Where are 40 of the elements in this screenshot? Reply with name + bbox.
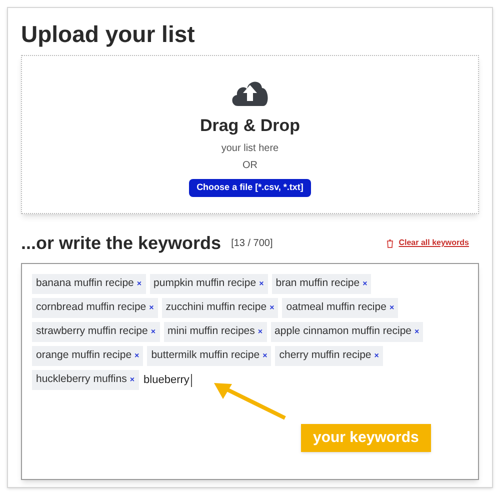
remove-tag-button[interactable]: ×: [130, 374, 135, 386]
remove-tag-button[interactable]: ×: [414, 326, 420, 338]
keyword-label: bran muffin recipe: [276, 276, 360, 292]
keyword-input[interactable]: blueberry: [142, 374, 192, 386]
keyword-label: pumpkin muffin recipe: [154, 276, 256, 292]
keyword-label: buttermilk muffin recipe: [151, 348, 260, 364]
page-title: Upload your list: [21, 20, 196, 48]
remove-tag-button[interactable]: ×: [258, 326, 263, 338]
trash-icon: [386, 238, 394, 248]
remove-tag-button[interactable]: ×: [270, 302, 274, 314]
keyword-label: cherry muffin recipe: [279, 348, 372, 364]
remove-tag-button[interactable]: ×: [374, 350, 379, 362]
remove-tag-button[interactable]: ×: [149, 302, 154, 314]
remove-tag-button[interactable]: ×: [389, 302, 394, 314]
remove-tag-button[interactable]: ×: [136, 278, 142, 290]
section-heading: ...or write the keywords: [21, 232, 222, 255]
keyword-label: orange muffin recipe: [36, 348, 132, 364]
drop-subtext: your list here: [221, 142, 279, 156]
arrow-icon: [212, 381, 288, 421]
choose-file-button[interactable]: Choose a file [*.csv, *.txt]: [188, 178, 312, 196]
or-separator: OR: [242, 158, 258, 172]
keyword-label: mini muffin recipes: [168, 324, 255, 340]
remove-tag-button[interactable]: ×: [262, 350, 268, 362]
keyword-count: [13 / 700]: [231, 236, 273, 250]
keyword-label: huckleberry muffins: [36, 372, 127, 388]
drop-zone[interactable]: Drag & Drop your list here OR Choose a file [*.csv, *.txt]: [21, 55, 479, 214]
keyword-label: cornbread muffin recipe: [36, 300, 146, 316]
keyword-label: banana muffin recipe: [36, 276, 134, 292]
drop-heading: Drag & Drop: [200, 115, 300, 137]
clear-all-link[interactable]: Clear all keywords: [398, 237, 469, 249]
keyword-label: oatmeal muffin recipe: [286, 300, 386, 316]
keyword-label: zucchini muffin recipe: [166, 300, 267, 316]
keyword-label: strawberry muffin recipe: [36, 324, 148, 340]
annotation-label: your keywords: [301, 424, 431, 452]
remove-tag-button[interactable]: ×: [259, 278, 264, 290]
remove-tag-button[interactable]: ×: [134, 350, 140, 362]
remove-tag-button[interactable]: ×: [150, 326, 156, 338]
remove-tag-button[interactable]: ×: [362, 278, 368, 290]
keyword-label: apple cinnamon muffin recipe: [274, 324, 412, 340]
keywords-box[interactable]: [21, 263, 479, 480]
